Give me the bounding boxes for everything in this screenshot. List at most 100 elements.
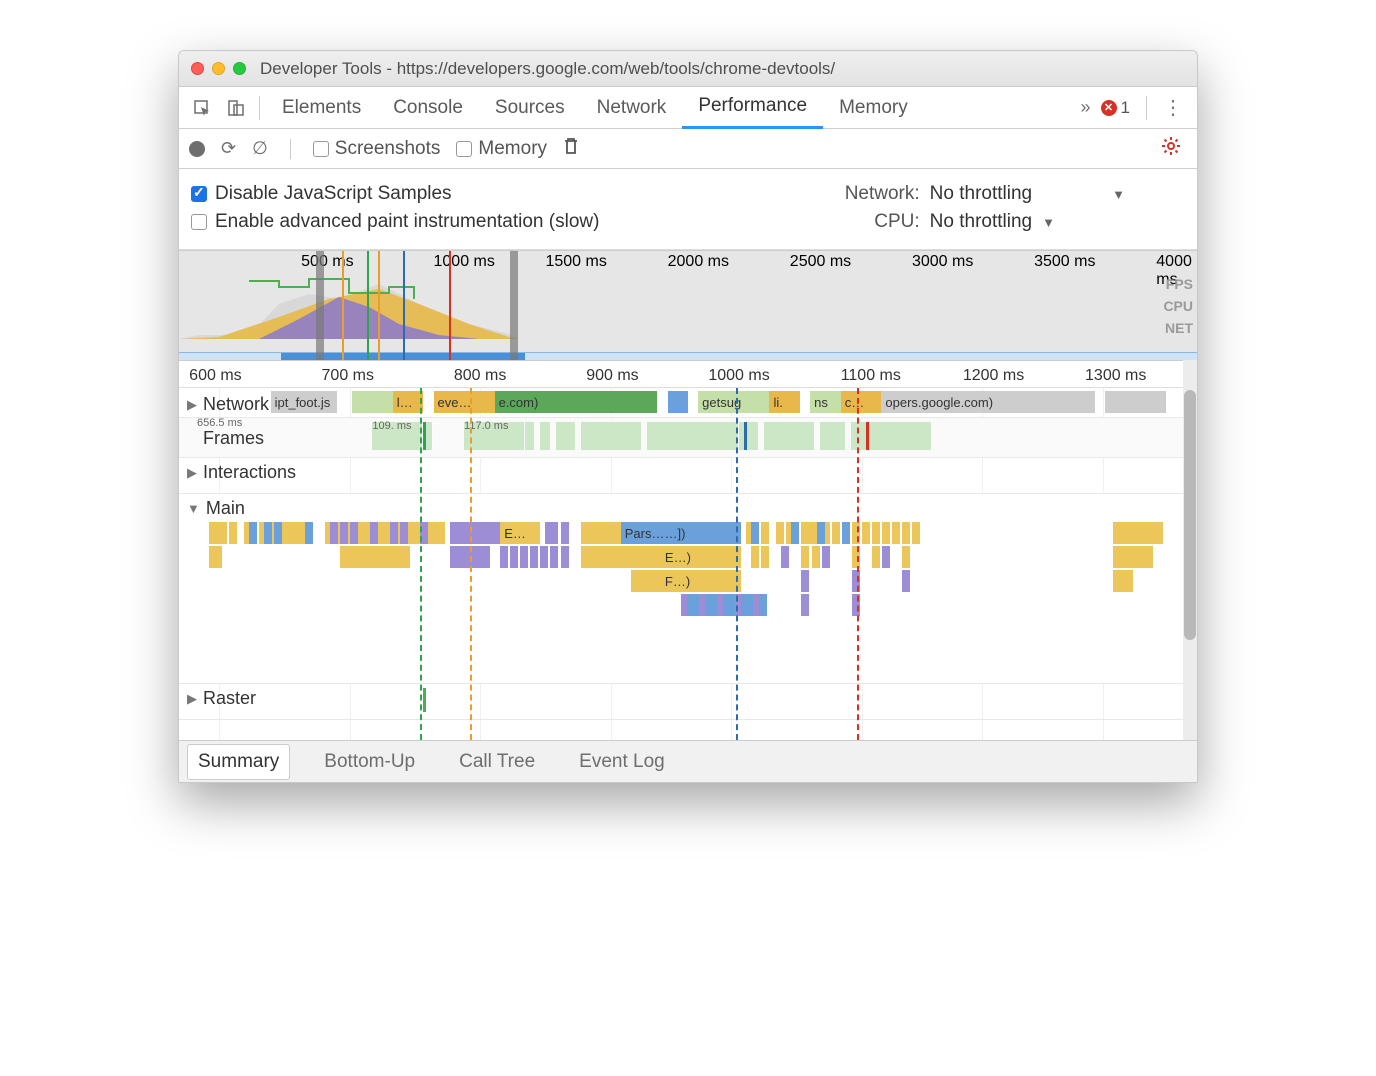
details-tab-bottom-up[interactable]: Bottom-Up bbox=[314, 745, 425, 779]
flame-bar[interactable] bbox=[450, 522, 500, 544]
flame-bar[interactable] bbox=[902, 570, 910, 592]
vertical-scrollbar[interactable] bbox=[1183, 360, 1197, 740]
network-track[interactable]: ▶ Network ipt_foot.jsl…eve…e.com)getsugl… bbox=[179, 388, 1197, 418]
error-badge[interactable]: ✕ 1 bbox=[1101, 98, 1130, 118]
flame-bar[interactable] bbox=[540, 546, 548, 568]
network-request-bar[interactable] bbox=[1105, 391, 1166, 413]
flame-bar[interactable] bbox=[852, 546, 860, 568]
record-button[interactable] bbox=[189, 141, 205, 157]
flame-bar[interactable] bbox=[776, 522, 784, 544]
flame-bar[interactable] bbox=[759, 594, 767, 616]
network-request-bar[interactable]: opers.google.com) bbox=[881, 391, 1095, 413]
flame-bar[interactable] bbox=[817, 522, 825, 544]
network-request-bar[interactable]: ns bbox=[810, 391, 841, 413]
disclosure-icon[interactable]: ▶ bbox=[187, 465, 197, 481]
flame-bar[interactable] bbox=[219, 522, 227, 544]
main-track[interactable]: ▼ Main E…Pars……])E…)F…) bbox=[179, 494, 1197, 684]
settings-gear-icon[interactable] bbox=[1161, 136, 1187, 162]
flame-bar[interactable] bbox=[581, 546, 621, 568]
flame-bar[interactable]: E…) bbox=[661, 546, 741, 568]
flame-bar[interactable] bbox=[530, 546, 538, 568]
flame-bar[interactable] bbox=[550, 546, 558, 568]
flame-bar[interactable] bbox=[400, 522, 408, 544]
details-tab-event-log[interactable]: Event Log bbox=[569, 745, 675, 779]
network-request-bar[interactable]: li. bbox=[769, 391, 800, 413]
frame-segment[interactable] bbox=[540, 422, 550, 450]
dropdown-icon[interactable]: ▼ bbox=[1112, 187, 1125, 202]
trash-icon[interactable] bbox=[563, 137, 579, 160]
disclosure-icon[interactable]: ▶ bbox=[187, 397, 197, 413]
flame-bar[interactable] bbox=[801, 546, 809, 568]
time-ruler[interactable]: 600 ms700 ms800 ms900 ms1000 ms1100 ms12… bbox=[179, 360, 1197, 388]
flame-bar[interactable] bbox=[751, 522, 759, 544]
flame-bar[interactable] bbox=[1113, 546, 1153, 568]
flame-bar[interactable] bbox=[862, 522, 870, 544]
flame-bar[interactable] bbox=[420, 522, 428, 544]
flame-bar[interactable] bbox=[761, 522, 769, 544]
flame-bar[interactable] bbox=[581, 522, 621, 544]
flame-bar[interactable] bbox=[330, 522, 338, 544]
flame-bar[interactable] bbox=[892, 522, 900, 544]
flame-bar[interactable] bbox=[510, 546, 518, 568]
flame-bar[interactable] bbox=[561, 546, 569, 568]
frame-segment[interactable] bbox=[647, 422, 739, 450]
flame-bar[interactable] bbox=[1113, 522, 1163, 544]
flame-bar[interactable] bbox=[902, 522, 910, 544]
flame-bar[interactable] bbox=[761, 546, 769, 568]
flame-bar[interactable]: Pars……]) bbox=[621, 522, 741, 544]
tab-elements[interactable]: Elements bbox=[266, 87, 377, 129]
flame-bar[interactable] bbox=[550, 522, 558, 544]
disable-js-checkbox[interactable] bbox=[191, 186, 207, 202]
flame-bar[interactable] bbox=[561, 522, 569, 544]
flame-bar[interactable] bbox=[229, 522, 237, 544]
flame-bar[interactable] bbox=[852, 570, 860, 592]
flame-bar[interactable] bbox=[872, 522, 880, 544]
maximize-button[interactable] bbox=[233, 62, 246, 75]
details-tab-summary[interactable]: Summary bbox=[187, 744, 290, 780]
frame-segment[interactable] bbox=[851, 422, 932, 450]
flame-bar[interactable] bbox=[390, 522, 398, 544]
flame-bar[interactable] bbox=[801, 594, 809, 616]
flame-bar[interactable] bbox=[214, 546, 222, 568]
disclosure-icon[interactable]: ▼ bbox=[187, 501, 200, 516]
flame-bar[interactable] bbox=[340, 546, 410, 568]
screenshots-checkbox[interactable]: Screenshots bbox=[313, 138, 441, 160]
kebab-menu-icon[interactable]: ⋮ bbox=[1163, 95, 1183, 120]
network-request-bar[interactable]: c… bbox=[841, 391, 882, 413]
scrollbar-thumb[interactable] bbox=[1184, 390, 1196, 640]
network-request-bar[interactable]: l… bbox=[393, 391, 424, 413]
flame-bar[interactable] bbox=[781, 546, 789, 568]
flame-bar[interactable] bbox=[912, 522, 920, 544]
network-request-bar[interactable]: ipt_foot.js bbox=[271, 391, 337, 413]
more-tabs-icon[interactable]: » bbox=[1081, 97, 1091, 118]
cpu-select[interactable]: No throttling bbox=[930, 211, 1032, 233]
flame-bar[interactable] bbox=[832, 522, 840, 544]
frames-track[interactable]: 656.5 ms Frames 109. ms117.0 ms bbox=[179, 418, 1197, 458]
overview-handle-right[interactable] bbox=[510, 251, 518, 360]
network-select[interactable]: No throttling bbox=[930, 183, 1032, 205]
frame-segment[interactable] bbox=[556, 422, 576, 450]
enable-paint-checkbox[interactable] bbox=[191, 214, 207, 230]
flame-bar[interactable] bbox=[882, 522, 890, 544]
tab-network[interactable]: Network bbox=[581, 87, 683, 129]
memory-checkbox[interactable]: Memory bbox=[456, 138, 547, 160]
flame-bar[interactable] bbox=[751, 546, 759, 568]
flame-bar[interactable]: F…) bbox=[661, 570, 741, 592]
flame-bar[interactable] bbox=[274, 522, 282, 544]
flame-bar[interactable] bbox=[305, 522, 313, 544]
flame-bar[interactable] bbox=[852, 522, 860, 544]
flame-bar[interactable] bbox=[801, 570, 809, 592]
tab-memory[interactable]: Memory bbox=[823, 87, 924, 129]
overview-timeline[interactable]: 500 ms1000 ms1500 ms2000 ms2500 ms3000 m… bbox=[179, 250, 1197, 360]
frame-segment[interactable] bbox=[525, 422, 535, 450]
flame-bar[interactable] bbox=[822, 546, 830, 568]
frame-segment[interactable] bbox=[764, 422, 815, 450]
tab-performance[interactable]: Performance bbox=[682, 87, 823, 129]
flame-bar[interactable] bbox=[350, 522, 358, 544]
flame-bar[interactable] bbox=[370, 522, 378, 544]
flame-bar[interactable] bbox=[631, 570, 661, 592]
flame-bar[interactable] bbox=[249, 522, 257, 544]
frame-segment[interactable] bbox=[739, 422, 759, 450]
reload-icon[interactable]: ⟳ bbox=[221, 138, 236, 159]
network-request-bar[interactable]: getsug bbox=[698, 391, 769, 413]
